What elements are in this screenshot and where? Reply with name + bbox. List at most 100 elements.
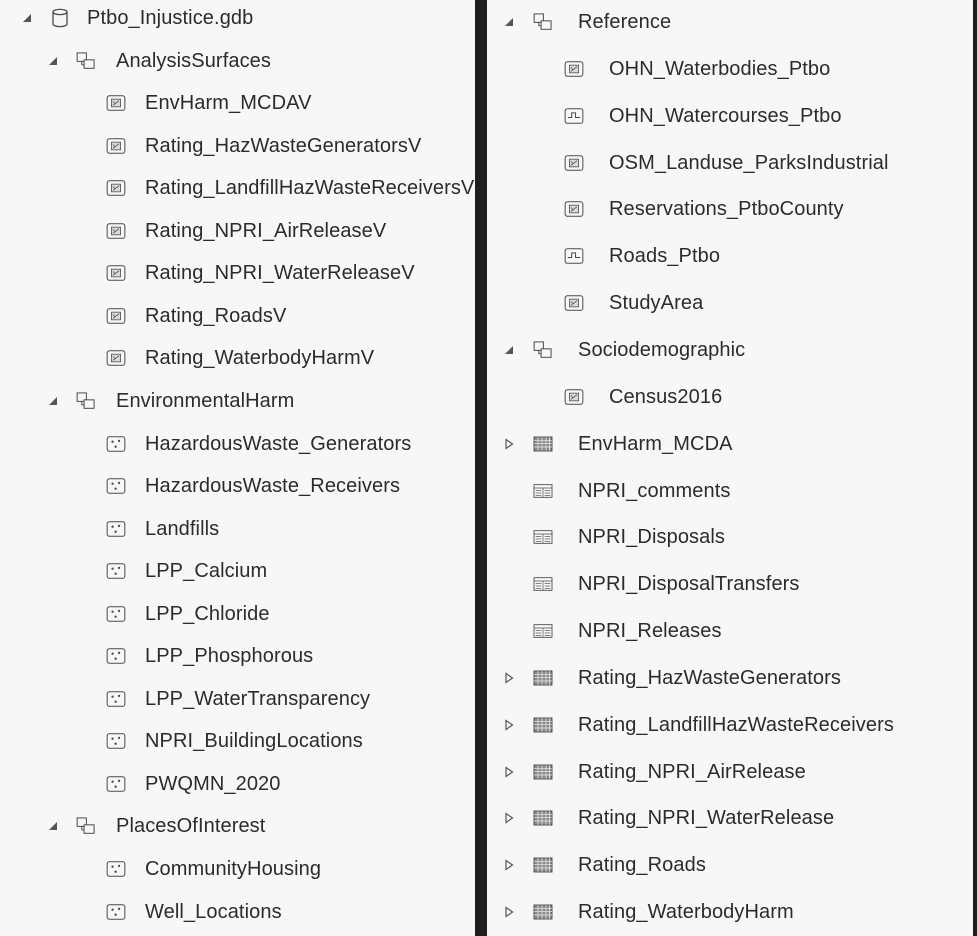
polygon-feature-class-icon bbox=[564, 153, 584, 173]
raster-rating-waterbodyharm[interactable]: Rating_WaterbodyHarm bbox=[487, 894, 973, 930]
feature-class-label: Rating_HazWasteGeneratorsV bbox=[145, 134, 422, 157]
feature-class-label: Census2016 bbox=[609, 385, 723, 408]
raster-label: Rating_HazWasteGenerators bbox=[578, 666, 841, 689]
table-icon bbox=[533, 574, 553, 594]
feature-dataset-label: PlacesOfInterest bbox=[116, 815, 266, 838]
feature-dataset-analysissurfaces[interactable]: AnalysisSurfaces bbox=[0, 43, 475, 79]
table-npri-disposaltransfers[interactable]: NPRI_DisposalTransfers bbox=[487, 566, 973, 602]
feature-class-label: LPP_WaterTransparency bbox=[145, 687, 371, 710]
feature-class-label: NPRI_BuildingLocations bbox=[145, 730, 363, 753]
feature-class-lpp-phosphorous[interactable]: LPP_Phosphorous bbox=[0, 638, 475, 674]
feature-dataset-reference[interactable]: Reference bbox=[487, 4, 973, 40]
collapse-toggle-icon[interactable] bbox=[20, 11, 34, 25]
feature-class-hazardouswaste-receivers[interactable]: HazardousWaste_Receivers bbox=[0, 468, 475, 504]
feature-class-pwqmn-2020[interactable]: PWQMN_2020 bbox=[0, 766, 475, 802]
feature-class-rating-roadsv[interactable]: Rating_RoadsV bbox=[0, 298, 475, 334]
feature-class-envharm-mcdav[interactable]: EnvHarm_MCDAV bbox=[0, 85, 475, 121]
feature-class-rating-npri-airreleasev[interactable]: Rating_NPRI_AirReleaseV bbox=[0, 213, 475, 249]
collapse-toggle-icon[interactable] bbox=[46, 394, 60, 408]
expand-toggle-icon[interactable] bbox=[502, 671, 516, 685]
feature-class-landfills[interactable]: Landfills bbox=[0, 511, 475, 547]
polygon-feature-class-icon bbox=[564, 59, 584, 79]
raster-rating-landfillhazwastereceivers[interactable]: Rating_LandfillHazWasteReceivers bbox=[487, 707, 973, 743]
feature-class-reservations-ptbocounty[interactable]: Reservations_PtboCounty bbox=[487, 191, 973, 227]
point-feature-class-icon bbox=[106, 774, 126, 794]
table-label: NPRI_Disposals bbox=[578, 526, 726, 549]
point-feature-class-icon bbox=[106, 859, 126, 879]
feature-class-hazardouswaste-generators[interactable]: HazardousWaste_Generators bbox=[0, 426, 475, 462]
table-label: NPRI_comments bbox=[578, 479, 731, 502]
polygon-feature-class-icon bbox=[106, 263, 126, 283]
collapse-toggle-icon[interactable] bbox=[46, 819, 60, 833]
expand-toggle-icon[interactable] bbox=[502, 811, 516, 825]
feature-dataset-icon bbox=[76, 51, 96, 71]
geodatabase-label: Ptbo_Injustice.gdb bbox=[87, 7, 254, 29]
feature-class-well-locations[interactable]: Well_Locations bbox=[0, 894, 475, 930]
feature-class-rating-landfillhazwastereceiversv[interactable]: Rating_LandfillHazWasteReceiversV bbox=[0, 170, 475, 206]
table-icon bbox=[533, 621, 553, 641]
expand-toggle-icon[interactable] bbox=[502, 905, 516, 919]
feature-class-rating-waterbodyharmv[interactable]: Rating_WaterbodyHarmV bbox=[0, 340, 475, 376]
feature-dataset-icon bbox=[533, 340, 553, 360]
polygon-feature-class-icon bbox=[564, 199, 584, 219]
feature-class-label: OHN_Waterbodies_Ptbo bbox=[609, 57, 831, 80]
feature-class-studyarea[interactable]: StudyArea bbox=[487, 285, 973, 321]
feature-class-osm-landuse-parksindustrial[interactable]: OSM_Landuse_ParksIndustrial bbox=[487, 145, 973, 181]
raster-label: Rating_Roads bbox=[578, 854, 706, 877]
feature-class-lpp-watertransparency[interactable]: LPP_WaterTransparency bbox=[0, 681, 475, 717]
feature-class-roads-ptbo[interactable]: Roads_Ptbo bbox=[487, 238, 973, 274]
raster-grid-icon bbox=[533, 434, 553, 454]
feature-dataset-label: EnvironmentalHarm bbox=[116, 389, 295, 412]
raster-rating-npri-airrelease[interactable]: Rating_NPRI_AirRelease bbox=[487, 754, 973, 790]
feature-dataset-sociodemographic[interactable]: Sociodemographic bbox=[487, 332, 973, 368]
collapse-toggle-icon[interactable] bbox=[502, 15, 516, 29]
line-feature-class-icon bbox=[564, 246, 584, 266]
expand-toggle-icon[interactable] bbox=[502, 858, 516, 872]
polygon-feature-class-icon bbox=[106, 221, 126, 241]
feature-class-label: HazardousWaste_Generators bbox=[145, 432, 412, 455]
expand-toggle-icon[interactable] bbox=[502, 718, 516, 732]
feature-dataset-environmentalharm[interactable]: EnvironmentalHarm bbox=[0, 383, 475, 419]
collapse-toggle-icon[interactable] bbox=[46, 54, 60, 68]
feature-class-label: OHN_Watercourses_Ptbo bbox=[609, 104, 842, 127]
expand-toggle-icon[interactable] bbox=[502, 437, 516, 451]
point-feature-class-icon bbox=[106, 646, 126, 666]
feature-class-communityhousing[interactable]: CommunityHousing bbox=[0, 851, 475, 887]
feature-class-npri-buildinglocations[interactable]: NPRI_BuildingLocations bbox=[0, 723, 475, 759]
raster-envharm-mcda[interactable]: EnvHarm_MCDA bbox=[487, 426, 973, 462]
feature-class-label: HazardousWaste_Receivers bbox=[145, 475, 401, 498]
feature-class-rating-hazwastegeneratorsv[interactable]: Rating_HazWasteGeneratorsV bbox=[0, 128, 475, 164]
feature-class-lpp-chloride[interactable]: LPP_Chloride bbox=[0, 596, 475, 632]
feature-class-label: Well_Locations bbox=[145, 900, 282, 923]
feature-class-census2016[interactable]: Census2016 bbox=[487, 379, 973, 415]
geodatabase-ptbo-injustice-gdb[interactable]: Ptbo_Injustice.gdb bbox=[0, 0, 475, 36]
feature-class-label: LPP_Chloride bbox=[145, 602, 270, 625]
collapse-toggle-icon[interactable] bbox=[502, 343, 516, 357]
feature-class-lpp-calcium[interactable]: LPP_Calcium bbox=[0, 553, 475, 589]
raster-label: EnvHarm_MCDA bbox=[578, 432, 733, 455]
feature-dataset-icon bbox=[76, 391, 96, 411]
table-npri-releases[interactable]: NPRI_Releases bbox=[487, 613, 973, 649]
feature-dataset-label: AnalysisSurfaces bbox=[116, 49, 271, 72]
expand-toggle-icon[interactable] bbox=[502, 765, 516, 779]
feature-class-label: CommunityHousing bbox=[145, 858, 322, 880]
feature-class-label: Landfills bbox=[145, 517, 220, 540]
feature-class-ohn-waterbodies-ptbo[interactable]: OHN_Waterbodies_Ptbo bbox=[487, 51, 973, 87]
raster-rating-npri-waterrelease[interactable]: Rating_NPRI_WaterRelease bbox=[487, 800, 973, 836]
feature-class-label: Rating_LandfillHazWasteReceiversV bbox=[145, 177, 475, 200]
table-npri-comments[interactable]: NPRI_comments bbox=[487, 473, 973, 509]
feature-dataset-placesofinterest[interactable]: PlacesOfInterest bbox=[0, 808, 475, 844]
table-npri-disposals[interactable]: NPRI_Disposals bbox=[487, 519, 973, 555]
feature-class-ohn-watercourses-ptbo[interactable]: OHN_Watercourses_Ptbo bbox=[487, 98, 973, 134]
feature-class-label: StudyArea bbox=[609, 292, 704, 315]
feature-class-label: Roads_Ptbo bbox=[609, 245, 721, 268]
raster-rating-roads[interactable]: Rating_Roads bbox=[487, 847, 973, 883]
point-feature-class-icon bbox=[106, 902, 126, 922]
point-feature-class-icon bbox=[106, 604, 126, 624]
catalog-tree-right: Reference OHN_Waterbodies_Ptbo OHN_Water… bbox=[487, 0, 973, 936]
raster-grid-icon bbox=[533, 762, 553, 782]
feature-class-label: Rating_NPRI_WaterReleaseV bbox=[145, 262, 415, 285]
raster-label: Rating_LandfillHazWasteReceivers bbox=[578, 713, 894, 736]
feature-class-rating-npri-waterreleasev[interactable]: Rating_NPRI_WaterReleaseV bbox=[0, 255, 475, 291]
raster-rating-hazwastegenerators[interactable]: Rating_HazWasteGenerators bbox=[487, 660, 973, 696]
